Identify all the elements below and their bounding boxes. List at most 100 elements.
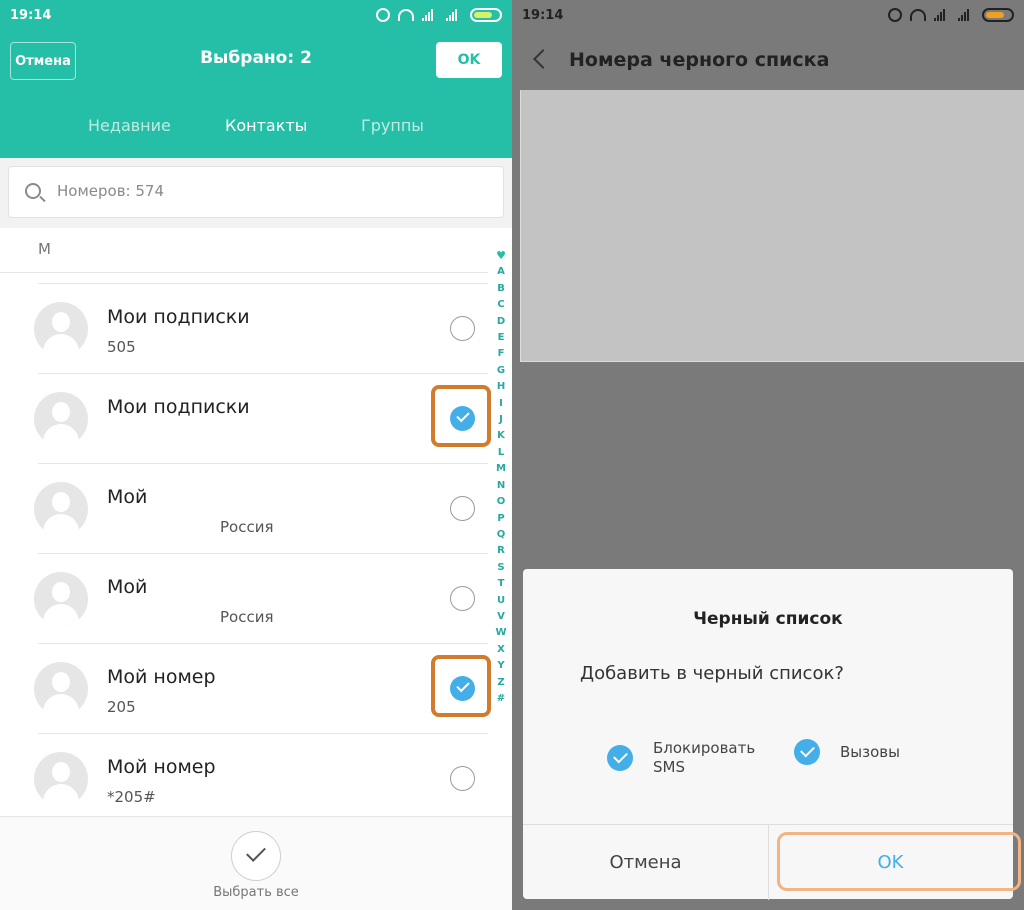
- alphabet-letter[interactable]: V: [497, 609, 505, 625]
- alphabet-letter[interactable]: Z: [497, 675, 504, 691]
- alphabet-letter[interactable]: Q: [497, 527, 506, 543]
- tab-contacts[interactable]: Контакты: [225, 116, 307, 135]
- contact-subtitle: *205#: [107, 788, 156, 806]
- cancel-button[interactable]: Отмена: [10, 42, 76, 80]
- selection-highlight-frame: [431, 655, 491, 717]
- checkbox-checked-icon[interactable]: [607, 745, 633, 771]
- alarm-icon: [888, 8, 902, 22]
- alarm-icon: [376, 8, 390, 22]
- search-input[interactable]: Номеров: 574: [8, 166, 504, 218]
- selected-count-title: Выбрано: 2: [200, 48, 312, 68]
- blacklist-screen: 19:14 Номера черного списка Черный списо…: [512, 0, 1024, 910]
- alphabet-letter[interactable]: F: [498, 346, 505, 362]
- alphabet-letter[interactable]: K: [497, 428, 505, 444]
- contact-row[interactable]: Мои подписки 505: [0, 284, 490, 374]
- alphabet-letter[interactable]: C: [497, 297, 504, 313]
- blacklist-dialog: Черный список Добавить в черный список? …: [523, 569, 1021, 900]
- contact-row[interactable]: Мой номер 205: [0, 644, 491, 734]
- contact-row[interactable]: Мой номер *205#: [0, 734, 490, 824]
- avatar-icon: [34, 752, 88, 806]
- battery-icon: [982, 8, 1014, 22]
- dialog-question: Добавить в черный список?: [580, 663, 844, 684]
- alphabet-letter[interactable]: B: [497, 281, 505, 297]
- avatar-icon: [34, 572, 88, 626]
- option-label: Вызовы: [840, 742, 900, 761]
- contact-row[interactable]: Мой Россия: [0, 554, 490, 644]
- alphabet-letter[interactable]: D: [497, 314, 505, 330]
- avatar-icon: [34, 392, 88, 446]
- status-icons: [376, 8, 502, 22]
- search-placeholder: Номеров: 574: [57, 182, 164, 200]
- unchecked-radio-icon[interactable]: [450, 316, 475, 341]
- contact-subtitle: Россия: [220, 518, 274, 536]
- signal-icon: [958, 9, 974, 21]
- contact-name: Мой номер: [107, 756, 216, 778]
- option-calls[interactable]: Вызовы: [794, 739, 900, 765]
- alphabet-letter[interactable]: T: [498, 576, 505, 592]
- contact-row[interactable]: Мой Россия: [0, 464, 490, 554]
- status-time: 19:14: [10, 7, 52, 23]
- alphabet-letter[interactable]: J: [499, 412, 503, 428]
- alphabet-letter[interactable]: E: [498, 330, 505, 346]
- contact-subtitle: 205: [107, 698, 136, 716]
- dialog-title: Черный список: [693, 609, 843, 629]
- contact-name: Мои подписки: [107, 306, 250, 328]
- alphabet-letter[interactable]: L: [498, 445, 504, 461]
- dialog-cancel-button[interactable]: Отмена: [523, 825, 768, 900]
- alphabet-letter[interactable]: N: [497, 478, 505, 494]
- status-bar: 19:14: [512, 0, 1024, 30]
- contact-picker-screen: 19:14 Отмена Выбрано: 2 OK Недавние Конт…: [0, 0, 512, 910]
- avatar-icon: [34, 302, 88, 356]
- alphabet-letter[interactable]: H: [497, 379, 505, 395]
- tab-bar: Недавние Контакты Группы: [0, 110, 512, 144]
- status-bar: 19:14: [0, 0, 512, 30]
- contact-name: Мой: [107, 486, 148, 508]
- contact-name: Мои подписки: [107, 396, 250, 418]
- alphabet-letter[interactable]: R: [497, 543, 505, 559]
- screenshot-root: 19:14 Отмена Выбрано: 2 OK Недавние Конт…: [0, 0, 1024, 910]
- page-title: Номера черного списка: [569, 49, 830, 71]
- contact-name: Мой номер: [107, 666, 216, 688]
- search-icon: [25, 183, 41, 199]
- ok-button[interactable]: OK: [436, 42, 502, 78]
- picker-header: 19:14 Отмена Выбрано: 2 OK Недавние Конт…: [0, 0, 512, 158]
- option-block-sms[interactable]: Блокировать SMS: [607, 739, 773, 777]
- status-icons: [888, 8, 1014, 22]
- alphabet-letter[interactable]: P: [497, 511, 504, 527]
- alphabet-letter[interactable]: #: [497, 691, 505, 707]
- unchecked-radio-icon[interactable]: [450, 496, 475, 521]
- unchecked-radio-icon[interactable]: [450, 586, 475, 611]
- wifi-icon: [398, 9, 414, 21]
- select-all-label: Выбрать все: [213, 885, 299, 900]
- tab-recent[interactable]: Недавние: [88, 116, 171, 135]
- alphabet-letter[interactable]: M: [496, 461, 506, 477]
- divider: [0, 272, 488, 273]
- alphabet-letter[interactable]: U: [497, 593, 505, 609]
- battery-icon: [470, 8, 502, 22]
- section-letter: M: [38, 240, 51, 258]
- select-all-button[interactable]: [231, 831, 281, 881]
- alphabet-letter[interactable]: W: [495, 625, 506, 641]
- alphabet-letter[interactable]: G: [497, 363, 505, 379]
- ok-highlight-frame: [777, 832, 1021, 891]
- contact-subtitle: Россия: [220, 608, 274, 626]
- signal-icon: [422, 9, 438, 21]
- alphabet-letter[interactable]: X: [497, 642, 505, 658]
- alphabet-letter[interactable]: O: [497, 494, 506, 510]
- unchecked-radio-icon[interactable]: [450, 766, 475, 791]
- alphabet-letter[interactable]: A: [497, 264, 505, 280]
- bottom-bar: Выбрать все: [0, 816, 512, 910]
- alphabet-index[interactable]: ♥ A B C D E F G H I J K L M N O P Q R S T U V W X Y Z #: [493, 248, 509, 707]
- tab-groups[interactable]: Группы: [361, 116, 424, 135]
- favorites-heart-icon[interactable]: ♥: [496, 248, 506, 264]
- checkbox-checked-icon[interactable]: [794, 739, 820, 765]
- back-arrow-icon[interactable]: [533, 49, 553, 69]
- alphabet-letter[interactable]: Y: [497, 658, 504, 674]
- contact-subtitle: 505: [107, 338, 136, 356]
- wifi-icon: [910, 9, 926, 21]
- blacklist-header: Номера черного списка: [512, 30, 1024, 90]
- alphabet-letter[interactable]: I: [499, 396, 503, 412]
- blacklist-content-area: [520, 90, 1024, 362]
- contact-row[interactable]: Мои подписки: [0, 374, 491, 464]
- alphabet-letter[interactable]: S: [497, 560, 504, 576]
